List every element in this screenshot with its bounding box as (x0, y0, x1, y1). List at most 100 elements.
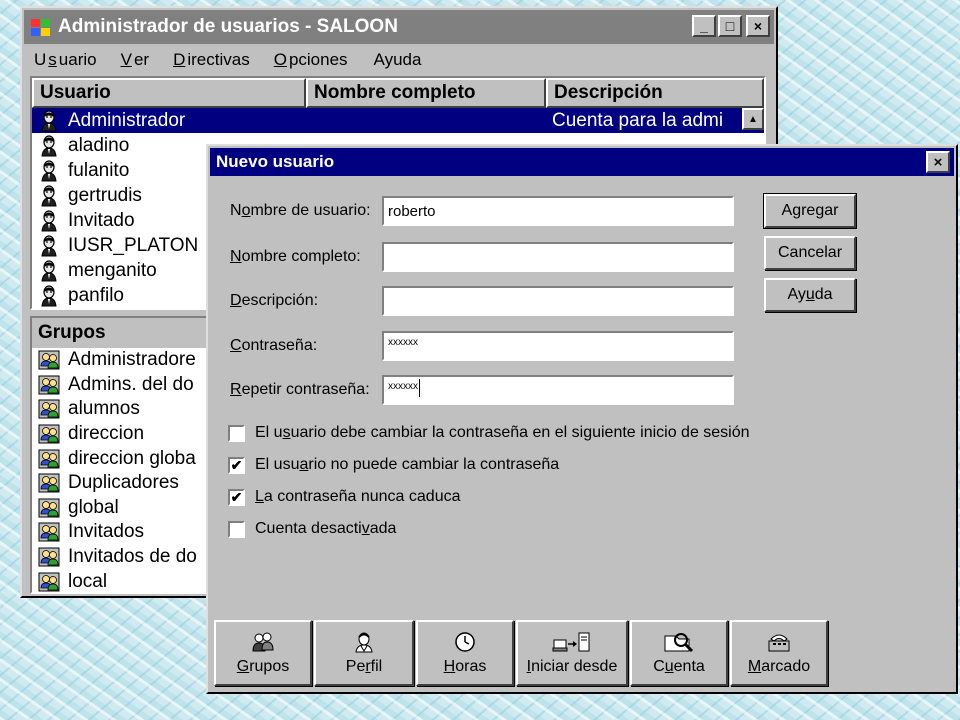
user-icon (38, 234, 60, 257)
logon-to-icon (552, 630, 592, 654)
group-icon (38, 423, 60, 445)
fullname-input[interactable] (382, 242, 734, 272)
group-icon (38, 546, 60, 568)
group-name: Duplicadores (68, 472, 179, 494)
menu-item-4[interactable]: Ayuda (366, 48, 426, 72)
check-mark-icon: ✔ (230, 457, 243, 473)
maximize-icon: □ (725, 18, 735, 34)
new-user-dialog: Nuevo usuario × No mbre de usuario: rober… (206, 144, 958, 694)
close-button[interactable]: × (746, 15, 770, 37)
checkbox[interactable] (228, 424, 245, 442)
main-titlebar[interactable]: Administrador de usuarios - SALOON _ □ × (24, 10, 774, 44)
dialog-close-button[interactable]: × (926, 151, 950, 173)
menu-item-0[interactable]: Us uario (30, 48, 101, 72)
groups-icon (250, 630, 276, 654)
menubar: Us uario Ver Directivas Opciones Ayuda (30, 48, 425, 72)
checkbox-label: El usuario debe cambiar la contraseña en… (255, 424, 750, 441)
username-label: No mbre de usuario: (230, 202, 371, 219)
user-icon (38, 109, 60, 132)
dialog-titlebar[interactable]: Nuevo usuario × (210, 148, 954, 176)
text-caret (419, 379, 420, 397)
checkbox[interactable] (228, 520, 245, 538)
user-icon (38, 259, 60, 282)
user-name: aladino (68, 134, 130, 156)
group-icon (38, 349, 60, 371)
group-name: Invitados de do (68, 546, 197, 568)
user-icon (38, 134, 60, 157)
button-label: Cuenta (653, 658, 705, 675)
button-label: Horas (443, 658, 487, 675)
fullname-label: Nombre completo: (230, 248, 361, 265)
option-checkbox-2[interactable]: ✔ La contraseña nunca caduca (228, 486, 461, 508)
check-mark-icon: ✔ (230, 489, 243, 505)
user-row[interactable]: Administrador Cuenta para la admi (32, 108, 764, 133)
main-window-title: Administrador de usuarios - SALOON (58, 16, 398, 37)
group-icon (38, 497, 60, 519)
password-input[interactable]: xxxxxx (382, 331, 734, 361)
close-icon: × (933, 153, 943, 171)
button-label: Grupos (236, 658, 290, 675)
minimize-button[interactable]: _ (692, 15, 716, 37)
scroll-up-button[interactable]: ▲ (742, 108, 764, 130)
logon-to-button[interactable]: Iniciar desde (516, 620, 628, 686)
user-name: IUSR_PLATON (68, 234, 199, 256)
checkbox-label: El usuario no puede cambiar la contraseñ… (255, 456, 560, 473)
user-icon (38, 284, 60, 307)
menu-item-2[interactable]: Directivas (167, 48, 254, 72)
button-label: Perfil (345, 658, 383, 675)
password-label: Contraseña: (230, 337, 318, 354)
password-repeat-label: Repetir contraseña: (230, 381, 370, 398)
users-column-headers: Usuario Nombre completo Descripción (32, 78, 764, 108)
group-name: direccion globa (68, 447, 196, 469)
profile-icon (352, 630, 376, 654)
column-header-description[interactable]: Descripción (546, 78, 764, 108)
checkbox[interactable]: ✔ (228, 488, 245, 506)
user-description: Cuenta para la admi (552, 109, 724, 131)
user-name: Administrador (68, 109, 186, 131)
dialog-title: Nuevo usuario (216, 152, 335, 171)
clock-icon (453, 630, 477, 654)
user-icon (38, 159, 60, 182)
username-input[interactable]: roberto (382, 196, 734, 226)
group-icon (38, 521, 60, 543)
account-button[interactable]: Cuenta (630, 620, 728, 686)
clock-button[interactable]: Horas (416, 620, 514, 686)
column-header-user[interactable]: Usuario (32, 78, 306, 108)
menu-item-1[interactable]: Ver (115, 48, 153, 72)
user-name: Invitado (68, 209, 135, 231)
dialog-bottom-buttons: Grupos Perfil Horas Iniciar desde Cuenta Marc… (214, 620, 830, 686)
group-icon (38, 472, 60, 494)
help-button[interactable]: Ay u da (764, 278, 856, 312)
option-checkbox-3[interactable]: Cuenta desactivada (228, 518, 396, 540)
account-icon (662, 630, 696, 654)
cancel-button[interactable]: Cancelar (764, 236, 856, 270)
group-icon (38, 398, 60, 420)
button-label: Marcado (747, 658, 811, 675)
group-name: alumnos (68, 398, 140, 420)
description-input[interactable] (382, 286, 734, 316)
column-header-fullname[interactable]: Nombre completo (306, 78, 546, 108)
minimize-icon: _ (700, 18, 708, 34)
user-icon (38, 184, 60, 207)
group-name: Admins. del do (68, 373, 194, 395)
password-repeat-input[interactable]: xxxxxx (382, 375, 734, 405)
option-checkbox-0[interactable]: El usuario debe cambiar la contraseña en… (228, 422, 750, 444)
button-label: Iniciar desde (526, 658, 618, 675)
windows-logo-icon (30, 17, 52, 37)
checkbox-label: Cuenta desactivada (255, 520, 397, 537)
profile-button[interactable]: Perfil (314, 620, 414, 686)
dialin-button[interactable]: Marcado (730, 620, 828, 686)
add-button[interactable]: Agregar (763, 193, 857, 229)
group-name: Invitados (68, 521, 145, 543)
menu-item-3[interactable]: Opciones (268, 48, 352, 72)
group-name: Administradore (68, 349, 196, 371)
groups-button[interactable]: Grupos (214, 620, 312, 686)
user-name: fulanito (68, 159, 130, 181)
group-name: global (68, 496, 119, 518)
group-name: local (68, 570, 108, 592)
checkbox[interactable]: ✔ (228, 456, 245, 474)
maximize-button[interactable]: □ (718, 15, 742, 37)
checkbox-label: La contraseña nunca caduca (255, 488, 461, 505)
option-checkbox-1[interactable]: ✔ El usuario no puede cambiar la contrase… (228, 454, 559, 476)
group-icon (38, 448, 60, 470)
